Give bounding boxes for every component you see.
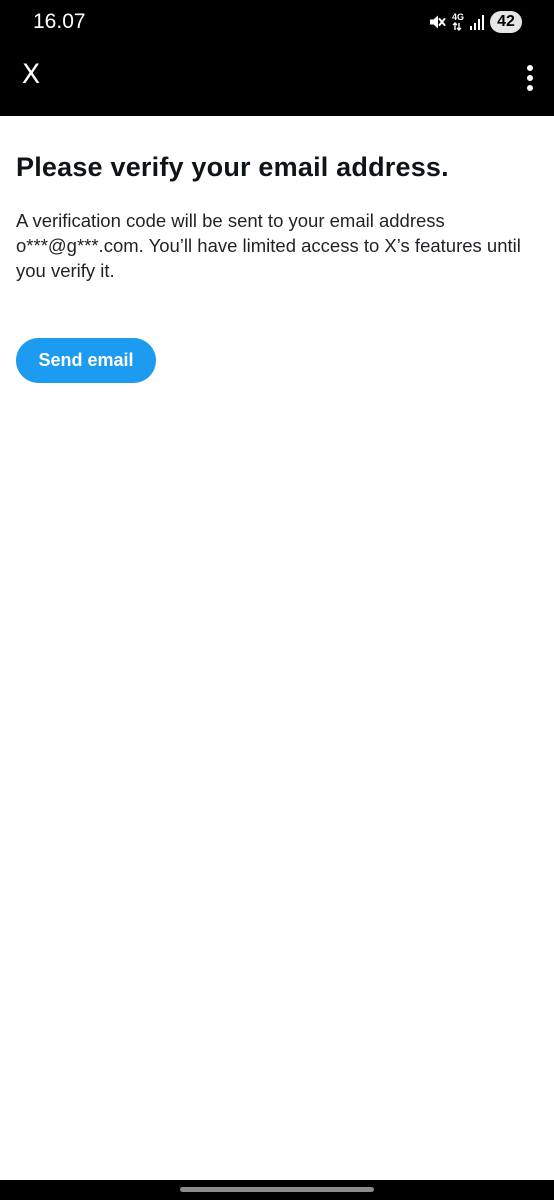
close-icon[interactable]: X — [14, 58, 48, 92]
home-gesture-handle[interactable] — [180, 1187, 374, 1192]
network-label: 4G — [451, 12, 464, 22]
more-vertical-icon[interactable] — [524, 63, 536, 93]
status-icons: 4G 42 — [428, 11, 522, 33]
navigation-bar — [0, 1180, 554, 1200]
app-bar: X — [0, 44, 554, 116]
verify-email-content: Please verify your email address. A veri… — [16, 116, 538, 283]
verification-description: A verification code will be sent to your… — [16, 210, 521, 281]
status-bar: 16.07 4G 42 — [0, 0, 554, 44]
status-time: 16.07 — [33, 10, 86, 33]
network-4g-icon: 4G — [452, 13, 464, 31]
send-email-button[interactable]: Send email — [16, 338, 156, 383]
signal-icon — [470, 14, 484, 30]
page-title: Please verify your email address. — [16, 152, 449, 182]
mute-icon — [428, 13, 446, 31]
battery-icon: 42 — [490, 11, 522, 33]
